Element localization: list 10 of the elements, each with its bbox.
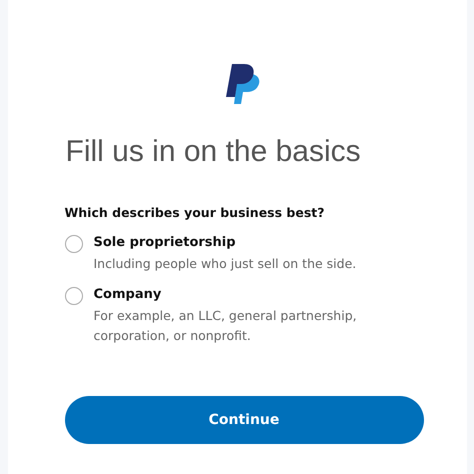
option-description: For example, an LLC, general partnership, corporation, or nonprofit. [94,307,358,345]
option-label: Company [94,286,162,304]
radio-button[interactable] [64,235,82,253]
option-label: Sole proprietorship [94,234,237,252]
continue-button[interactable]: Continue [64,396,424,444]
logo-icon [226,64,260,104]
option-description: Including people who just sell on the side. [94,255,358,273]
radio-button[interactable] [64,287,82,305]
question-label: Which describes your business best? [64,205,326,220]
page-heading: Fill us in on the basics [66,134,362,170]
